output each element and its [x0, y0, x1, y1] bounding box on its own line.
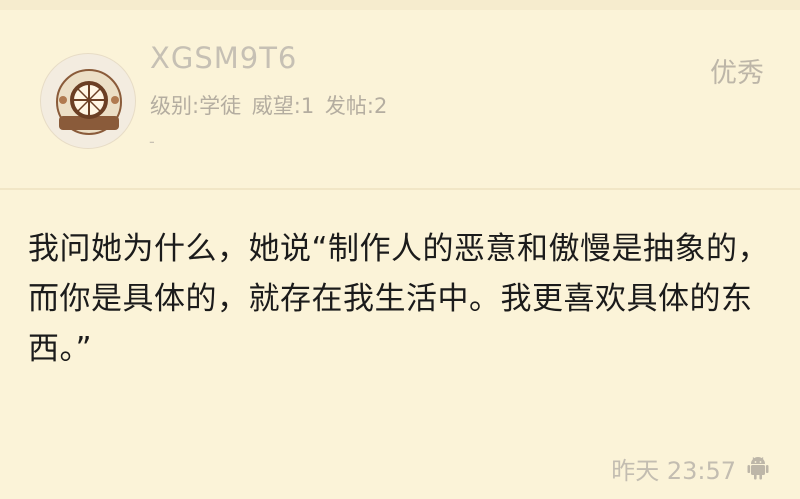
user-prestige: 威望:1 — [251, 94, 315, 118]
avatar[interactable] — [40, 53, 136, 149]
divider — [0, 188, 800, 190]
username[interactable]: XGSM9T6 — [150, 41, 297, 75]
post-footer: 昨天 23:57 — [611, 450, 770, 486]
user-post-count: 发帖:2 — [324, 94, 388, 118]
diving-helmet-icon — [56, 69, 122, 135]
top-strip — [0, 0, 800, 10]
post-time: 昨天 23:57 — [611, 456, 736, 485]
post-content: 我问她为什么，她说“制作人的恶意和傲慢是抽象的，而你是具体的，就存在我生活中。我… — [28, 231, 770, 367]
android-icon — [747, 457, 769, 480]
user-level: 级别:学徒 — [150, 94, 242, 118]
user-signature: - — [149, 132, 155, 151]
user-meta: 级别:学徒 威望:1 发帖:2 — [150, 90, 391, 120]
rating-badge: 优秀 — [710, 58, 764, 89]
post-header: XGSM9T6 级别:学徒 威望:1 发帖:2 - 优秀 — [0, 10, 800, 188]
